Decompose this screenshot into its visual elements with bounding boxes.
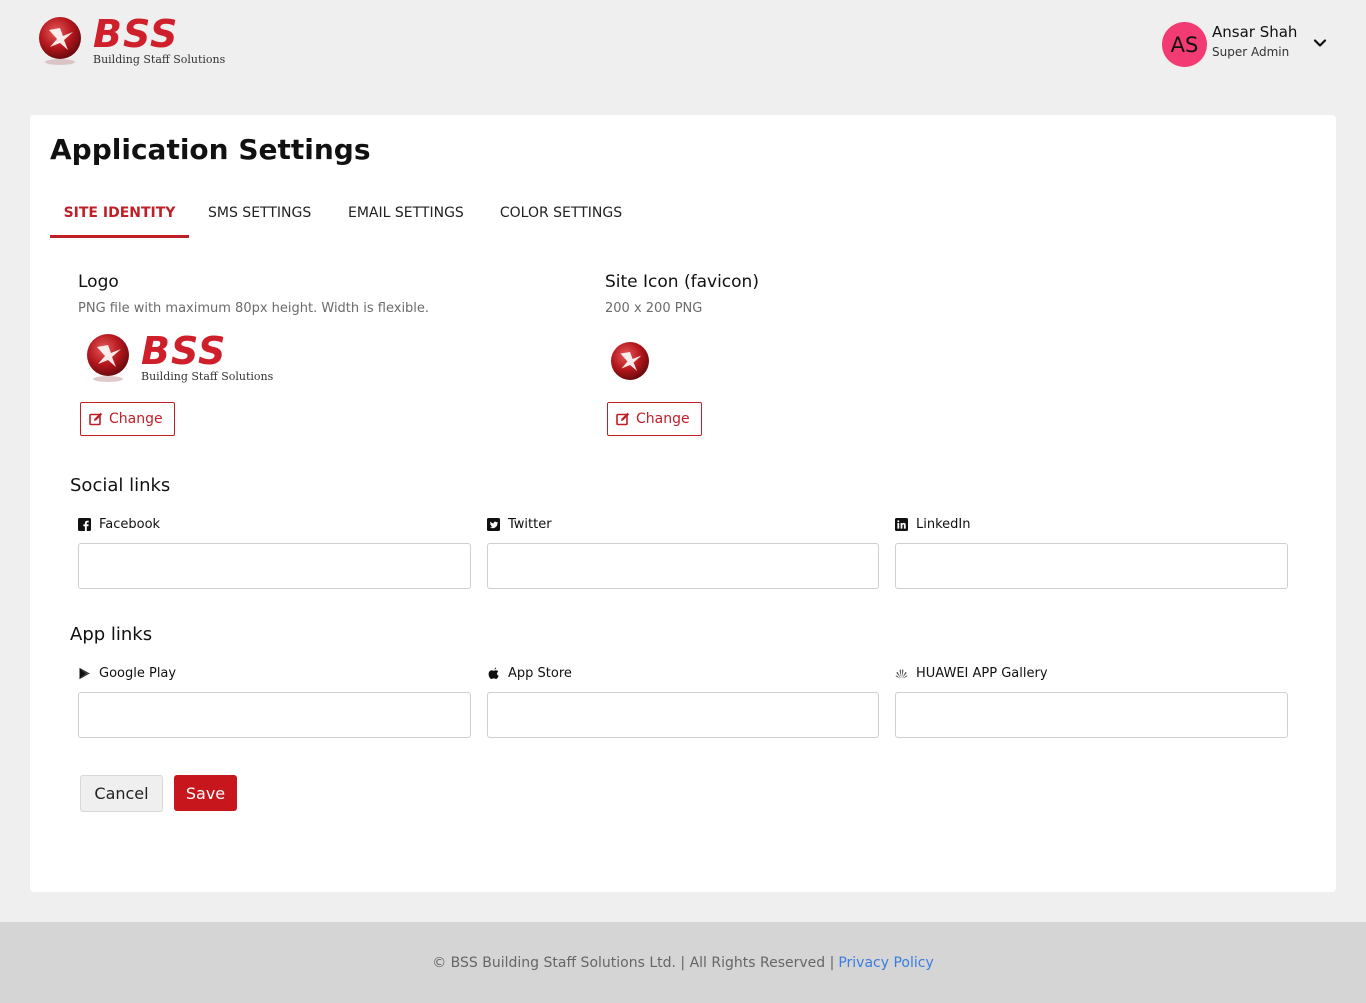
brand-wordmark: BSS [93, 12, 179, 56]
user-name: Ansar Shah [1212, 23, 1298, 41]
google-play-label: Google Play [78, 666, 176, 681]
edit-icon [616, 412, 630, 426]
facebook-label: Facebook [78, 517, 160, 532]
linkedin-label-text: LinkedIn [916, 517, 971, 532]
facebook-label-text: Facebook [99, 517, 161, 532]
save-button[interactable]: Save [174, 775, 237, 811]
bss-emblem-icon [87, 334, 129, 382]
copyright-text: © BSS Building Staff Solutions Ltd. | Al… [432, 954, 835, 971]
linkedin-input[interactable] [895, 543, 1288, 589]
linkedin-icon [895, 518, 908, 531]
google-play-icon [79, 667, 90, 680]
bss-emblem-icon [39, 17, 81, 65]
facebook-input[interactable] [78, 543, 471, 589]
change-favicon-button[interactable]: Change [607, 402, 702, 436]
brand-logo[interactable]: BSS Building Staff Solutions [37, 12, 237, 72]
tab-email-settings[interactable]: EMAIL SETTINGS [348, 201, 464, 238]
settings-card: Application Settings SITE IDENTITY SMS S… [30, 115, 1336, 892]
logo-label: Logo [78, 272, 119, 292]
app-store-label-text: App Store [508, 666, 572, 681]
avatar: AS [1162, 22, 1207, 67]
privacy-policy-link[interactable]: Privacy Policy [838, 955, 933, 971]
huawei-label: HUAWEI APP Gallery [895, 666, 1048, 681]
logo-hint: PNG file with maximum 80px height. Width… [78, 301, 430, 316]
brand-tagline: Building Staff Solutions [93, 53, 226, 66]
huawei-label-text: HUAWEI APP Gallery [916, 666, 1048, 681]
cancel-button[interactable]: Cancel [80, 775, 163, 812]
app-store-label: App Store [487, 666, 572, 681]
user-menu[interactable]: AS Ansar Shah Super Admin [1162, 22, 1342, 68]
change-logo-button[interactable]: Change [80, 402, 175, 436]
favicon-preview-icon [611, 342, 649, 380]
apple-icon [488, 667, 499, 679]
logo-tagline: Building Staff Solutions [141, 370, 274, 383]
app-store-input[interactable] [487, 692, 879, 738]
app-links-heading: App links [70, 624, 153, 645]
favicon-hint: 200 x 200 PNG [605, 301, 703, 316]
tab-site-identity[interactable]: SITE IDENTITY [50, 201, 189, 238]
change-logo-label: Change [109, 411, 163, 427]
tab-sms-settings[interactable]: SMS SETTINGS [208, 201, 311, 238]
favicon-label: Site Icon (favicon) [605, 272, 759, 292]
twitter-label: Twitter [487, 517, 552, 532]
huawei-input[interactable] [895, 692, 1288, 738]
top-header: BSS Building Staff Solutions AS Ansar Sh… [0, 0, 1366, 90]
twitter-label-text: Twitter [508, 517, 552, 532]
logo-wordmark: BSS [141, 329, 227, 373]
page-footer: © BSS Building Staff Solutions Ltd. | Al… [0, 922, 1366, 1003]
google-play-input[interactable] [78, 692, 471, 738]
chevron-down-icon[interactable] [1313, 36, 1327, 50]
google-play-label-text: Google Play [99, 666, 177, 681]
change-favicon-label: Change [636, 411, 690, 427]
user-role: Super Admin [1212, 45, 1290, 59]
twitter-icon [487, 518, 500, 531]
linkedin-label: LinkedIn [895, 517, 970, 532]
edit-icon [89, 412, 103, 426]
page-title: Application Settings [50, 133, 371, 166]
logo-preview: BSS Building Staff Solutions [85, 329, 285, 389]
twitter-input[interactable] [487, 543, 879, 589]
social-links-heading: Social links [70, 475, 171, 496]
huawei-icon [895, 669, 908, 679]
facebook-icon [78, 518, 91, 531]
tab-color-settings[interactable]: COLOR SETTINGS [499, 201, 623, 238]
